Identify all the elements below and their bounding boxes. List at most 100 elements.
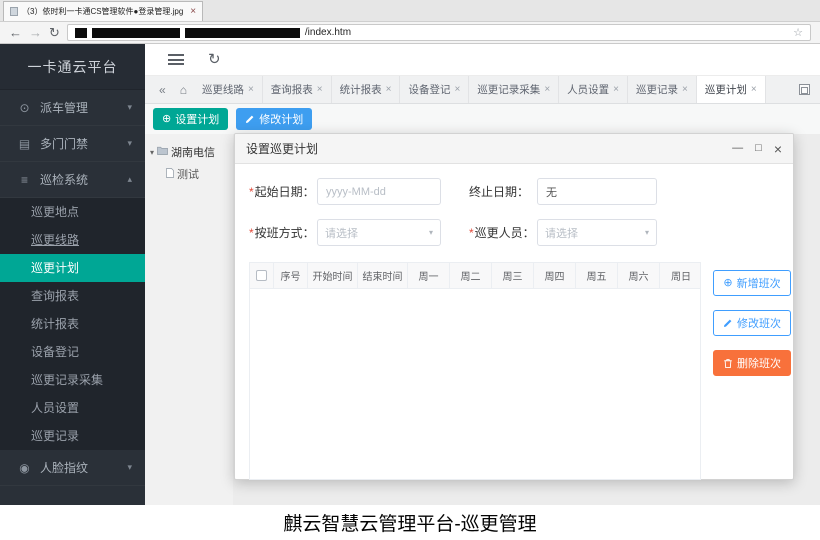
header-cell: 周日 [660, 263, 702, 288]
url-redaction [75, 28, 87, 38]
sidebar-group-patrol[interactable]: ≡ 巡检系统 ▴ [0, 162, 145, 198]
tab[interactable]: 统计报表 × [332, 76, 401, 103]
close-icon[interactable]: × [454, 85, 460, 95]
sidebar-group-label: 人脸指纹 [40, 459, 88, 476]
shift-mode-label: *按班方式： [249, 224, 317, 241]
main-topbar: ↻ [145, 44, 820, 76]
required-mark: * [249, 185, 254, 199]
workspace-tabbar: « ⌂ 巡更线路 × 查询报表 × 统计报表 × 设备登记 × 巡更记录采集 ×… [145, 76, 820, 104]
tree-node-label: 测试 [177, 166, 199, 182]
door-icon: ▤ [17, 137, 32, 151]
close-icon[interactable]: × [190, 7, 196, 17]
sidebar-group-face[interactable]: ◉ 人脸指纹 ▾ [0, 450, 145, 486]
browser-tab[interactable]: （3）依时利一卡通CS管理软件●登录管理.jpg × [3, 1, 203, 21]
home-icon[interactable]: ⌂ [180, 84, 187, 96]
start-date-label: *起始日期： [249, 183, 317, 200]
close-icon[interactable]: × [774, 142, 782, 156]
forward-icon[interactable]: → [29, 26, 42, 39]
close-icon[interactable]: × [386, 85, 392, 95]
edit-shift-label: 修改班次 [737, 315, 781, 331]
tree-node-root[interactable]: ▾ 湖南电信 [145, 134, 233, 160]
date-row: *起始日期： 终止日期： [249, 178, 793, 205]
header-cell: 周五 [576, 263, 618, 288]
sidebar-item-patrol-plan[interactable]: 巡更计划 [0, 254, 145, 282]
tab-label: 巡更记录采集 [477, 82, 540, 97]
folder-icon [157, 146, 168, 158]
sidebar: 一卡通云平台 ⊙ 派车管理 ▾ ▤ 多门门禁 ▾ ≡ 巡检系统 ▴ 巡更地点 巡… [0, 44, 145, 505]
shift-actions: ⊕ 新增班次 修改班次 删除班次 [713, 262, 791, 480]
page-caption: 麒云智慧云管理平台-巡更管理 [0, 505, 820, 540]
patrol-person-select[interactable]: 请选择 ▾ [537, 219, 657, 246]
close-icon[interactable]: × [613, 85, 619, 95]
modal-titlebar[interactable]: 设置巡更计划 — □ × [235, 134, 793, 164]
back-icon[interactable]: ← [9, 26, 22, 39]
select-all-checkbox[interactable] [256, 270, 267, 281]
tab[interactable]: 设备登记 × [400, 76, 469, 103]
tab[interactable]: 人员设置 × [559, 76, 628, 103]
sidebar-item-patrol-point[interactable]: 巡更地点 [0, 198, 145, 226]
tab-label: 设备登记 [408, 82, 450, 97]
tab[interactable]: 巡更记录 × [628, 76, 697, 103]
close-icon[interactable]: × [682, 85, 688, 95]
refresh-icon[interactable]: ↻ [49, 26, 60, 39]
close-icon[interactable]: × [248, 85, 254, 95]
menu-icon[interactable] [168, 54, 184, 65]
tab-active[interactable]: 巡更计划 × [697, 76, 766, 103]
bookmark-star-icon[interactable]: ☆ [793, 26, 803, 39]
close-icon[interactable]: × [317, 85, 323, 95]
sidebar-item-person-setting[interactable]: 人员设置 [0, 394, 145, 422]
header-cell: 周六 [618, 263, 660, 288]
tab-overflow-icon[interactable] [799, 84, 810, 95]
page-refresh-icon[interactable]: ↻ [208, 52, 221, 67]
sidebar-group-vehicle[interactable]: ⊙ 派车管理 ▾ [0, 90, 145, 126]
required-mark: * [249, 226, 254, 240]
shift-table: 序号 开始时间 结束时间 周一 周二 周三 周四 周五 周六 周日 [249, 262, 701, 480]
edit-shift-button[interactable]: 修改班次 [713, 310, 791, 336]
vehicle-icon: ⊙ [17, 101, 32, 115]
patrol-icon: ≡ [17, 173, 32, 187]
sidebar-group-label: 多门门禁 [40, 135, 88, 152]
maximize-icon[interactable]: □ [755, 143, 762, 154]
header-cell: 周二 [450, 263, 492, 288]
sidebar-item-stats-report[interactable]: 统计报表 [0, 310, 145, 338]
sidebar-item-patrol-route[interactable]: 巡更线路 [0, 226, 145, 254]
set-plan-button[interactable]: ⊕ 设置计划 [153, 108, 228, 130]
sidebar-item-record-collect[interactable]: 巡更记录采集 [0, 366, 145, 394]
tree-expand-icon[interactable]: ▾ [150, 148, 154, 157]
shift-table-zone: 序号 开始时间 结束时间 周一 周二 周三 周四 周五 周六 周日 ⊕ 新增班次 [249, 262, 779, 480]
start-date-input[interactable] [317, 178, 441, 205]
delete-shift-button[interactable]: 删除班次 [713, 350, 791, 376]
file-icon [166, 168, 174, 181]
collapse-tabs-icon[interactable]: « [159, 84, 166, 96]
chevron-down-icon: ▾ [429, 228, 433, 237]
url-bar[interactable]: /index.htm ☆ [67, 24, 811, 41]
end-date-label: 终止日期： [469, 183, 537, 200]
tree-node-label: 湖南电信 [171, 144, 215, 160]
minimize-icon[interactable]: — [732, 143, 743, 154]
sidebar-submenu: 巡更地点 巡更线路 巡更计划 查询报表 统计报表 设备登记 巡更记录采集 人员设… [0, 198, 145, 450]
tab[interactable]: 查询报表 × [263, 76, 332, 103]
shift-mode-value: 请选择 [325, 225, 358, 241]
chevron-down-icon: ▾ [127, 462, 132, 473]
sidebar-group-door[interactable]: ▤ 多门门禁 ▾ [0, 126, 145, 162]
add-icon: ⊕ [723, 278, 732, 289]
edit-plan-button[interactable]: 修改计划 [236, 108, 312, 130]
end-date-input[interactable] [537, 178, 657, 205]
shift-table-body [250, 289, 700, 479]
org-tree-panel: ▾ 湖南电信 测试 [145, 134, 233, 505]
sidebar-item-device-register[interactable]: 设备登记 [0, 338, 145, 366]
chevron-down-icon: ▾ [645, 228, 649, 237]
sidebar-item-patrol-record[interactable]: 巡更记录 [0, 422, 145, 450]
add-shift-button[interactable]: ⊕ 新增班次 [713, 270, 791, 296]
close-icon[interactable]: × [751, 85, 757, 95]
sidebar-item-query-report[interactable]: 查询报表 [0, 282, 145, 310]
tab[interactable]: 巡更线路 × [194, 76, 263, 103]
tree-node-child[interactable]: 测试 [145, 160, 233, 182]
add-shift-label: 新增班次 [737, 275, 781, 291]
tab[interactable]: 巡更记录采集 × [469, 76, 559, 103]
shift-mode-select[interactable]: 请选择 ▾ [317, 219, 441, 246]
url-redaction [92, 28, 180, 38]
close-icon[interactable]: × [544, 85, 550, 95]
sidebar-group-label: 派车管理 [40, 99, 88, 116]
face-icon: ◉ [17, 461, 32, 475]
